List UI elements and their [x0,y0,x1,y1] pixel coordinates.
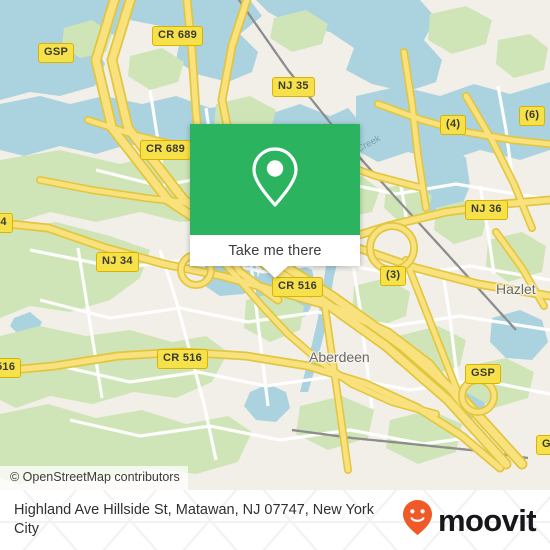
address-text: Highland Ave Hillside St, Matawan, NJ 07… [14,501,375,537]
road-shield: CR 516 [272,277,324,297]
callout-pointer [262,266,288,278]
road-shield: GSP [465,364,502,384]
osm-attribution[interactable]: © OpenStreetMap contributors [0,466,188,490]
road-shield: 34 [0,213,13,233]
place-label: Aberdeen [309,349,370,365]
road-shield: NJ 34 [96,252,139,272]
road-shield: (6) [519,106,546,126]
moovit-map-screenshot: GSP CR 689 NJ 35 (4) (6) CR 689 NJ 36 34… [0,0,550,550]
footer-bar: Highland Ave Hillside St, Matawan, NJ 07… [0,490,550,550]
road-shield: NJ 36 [465,200,508,220]
road-shield: (3) [380,266,407,286]
moovit-logo[interactable]: moovit [402,499,537,541]
road-shield: NJ 35 [272,77,315,97]
moovit-wordmark: moovit [437,502,537,538]
moovit-pin-smiley-icon [402,499,433,541]
road-shield: G [536,435,550,455]
take-me-there-callout[interactable]: Take me there [190,124,360,278]
take-me-there-label: Take me there [228,242,322,259]
map-pin-icon [248,143,302,216]
road-shield: (4) [440,115,467,135]
road-shield: CR 689 [140,140,192,160]
road-shield: CR 516 [157,349,209,369]
callout-action-bar[interactable]: Take me there [190,235,360,266]
callout-icon-area [190,124,360,235]
road-shield: 516 [0,358,22,378]
road-shield: GSP [38,43,75,63]
place-label: Hazlet [496,281,536,297]
road-shield: CR 689 [152,26,204,46]
